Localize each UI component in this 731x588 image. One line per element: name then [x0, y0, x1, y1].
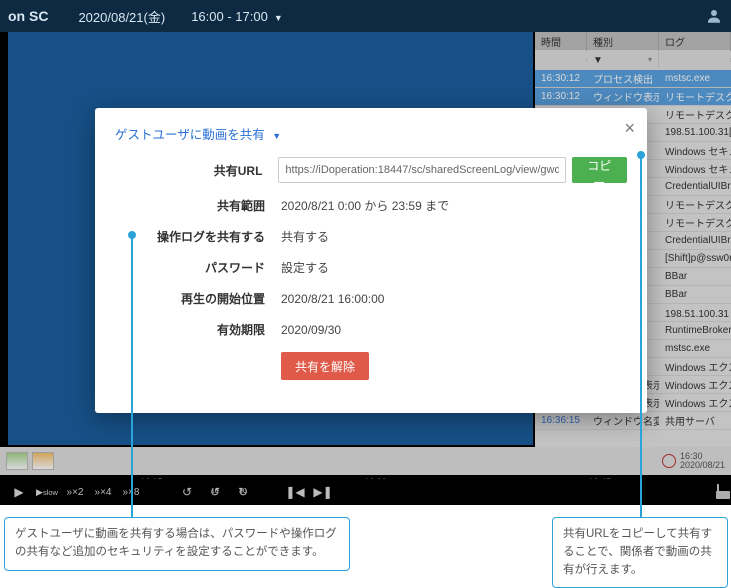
label-oplog: 操作ログを共有する [115, 228, 281, 245]
topbar: on SC 2020/08/21(金) 16:00 - 17:00▼ [0, 0, 731, 32]
chevron-down-icon: ▼ [272, 131, 281, 141]
callout-line [131, 235, 133, 518]
chevron-down-icon: ▼ [274, 13, 283, 23]
value-oplog: 共有する [281, 228, 329, 245]
topbar-time-range[interactable]: 16:00 - 17:00▼ [191, 9, 283, 24]
topbar-date: 2020/08/21(金) [78, 7, 165, 26]
callout-left: ゲストユーザに動画を共有する場合は、パスワードや操作ログの共有など追加のセキュリ… [4, 517, 350, 571]
release-share-button[interactable]: 共有を解除 [281, 352, 369, 380]
copy-button[interactable]: コピー [572, 157, 627, 183]
callout-right: 共有URLをコピーして共有することで、関係者で動画の共有が行えます。 [552, 517, 728, 588]
label-url: 共有URL [115, 162, 278, 179]
value-startpos: 2020/8/21 16:00:00 [281, 292, 384, 306]
share-url-input[interactable] [278, 157, 565, 183]
product-name: on SC [8, 8, 48, 24]
label-password: パスワード [115, 259, 281, 276]
callout-line [640, 155, 642, 518]
app-window: on SC 2020/08/21(金) 16:00 - 17:00▼ 時間 種別… [0, 0, 731, 505]
value-expiry: 2020/09/30 [281, 323, 341, 337]
close-icon[interactable]: × [624, 118, 635, 139]
value-range: 2020/8/21 0:00 から 23:59 まで [281, 197, 449, 214]
user-icon[interactable] [705, 7, 723, 25]
label-startpos: 再生の開始位置 [115, 290, 281, 307]
value-password: 設定する [281, 259, 329, 276]
share-modal: × ゲストユーザに動画を共有 ▼ 共有URL コピー 共有範囲2020/8/21… [95, 108, 647, 413]
label-range: 共有範囲 [115, 197, 281, 214]
modal-title[interactable]: ゲストユーザに動画を共有 ▼ [115, 124, 627, 143]
label-expiry: 有効期限 [115, 321, 281, 338]
